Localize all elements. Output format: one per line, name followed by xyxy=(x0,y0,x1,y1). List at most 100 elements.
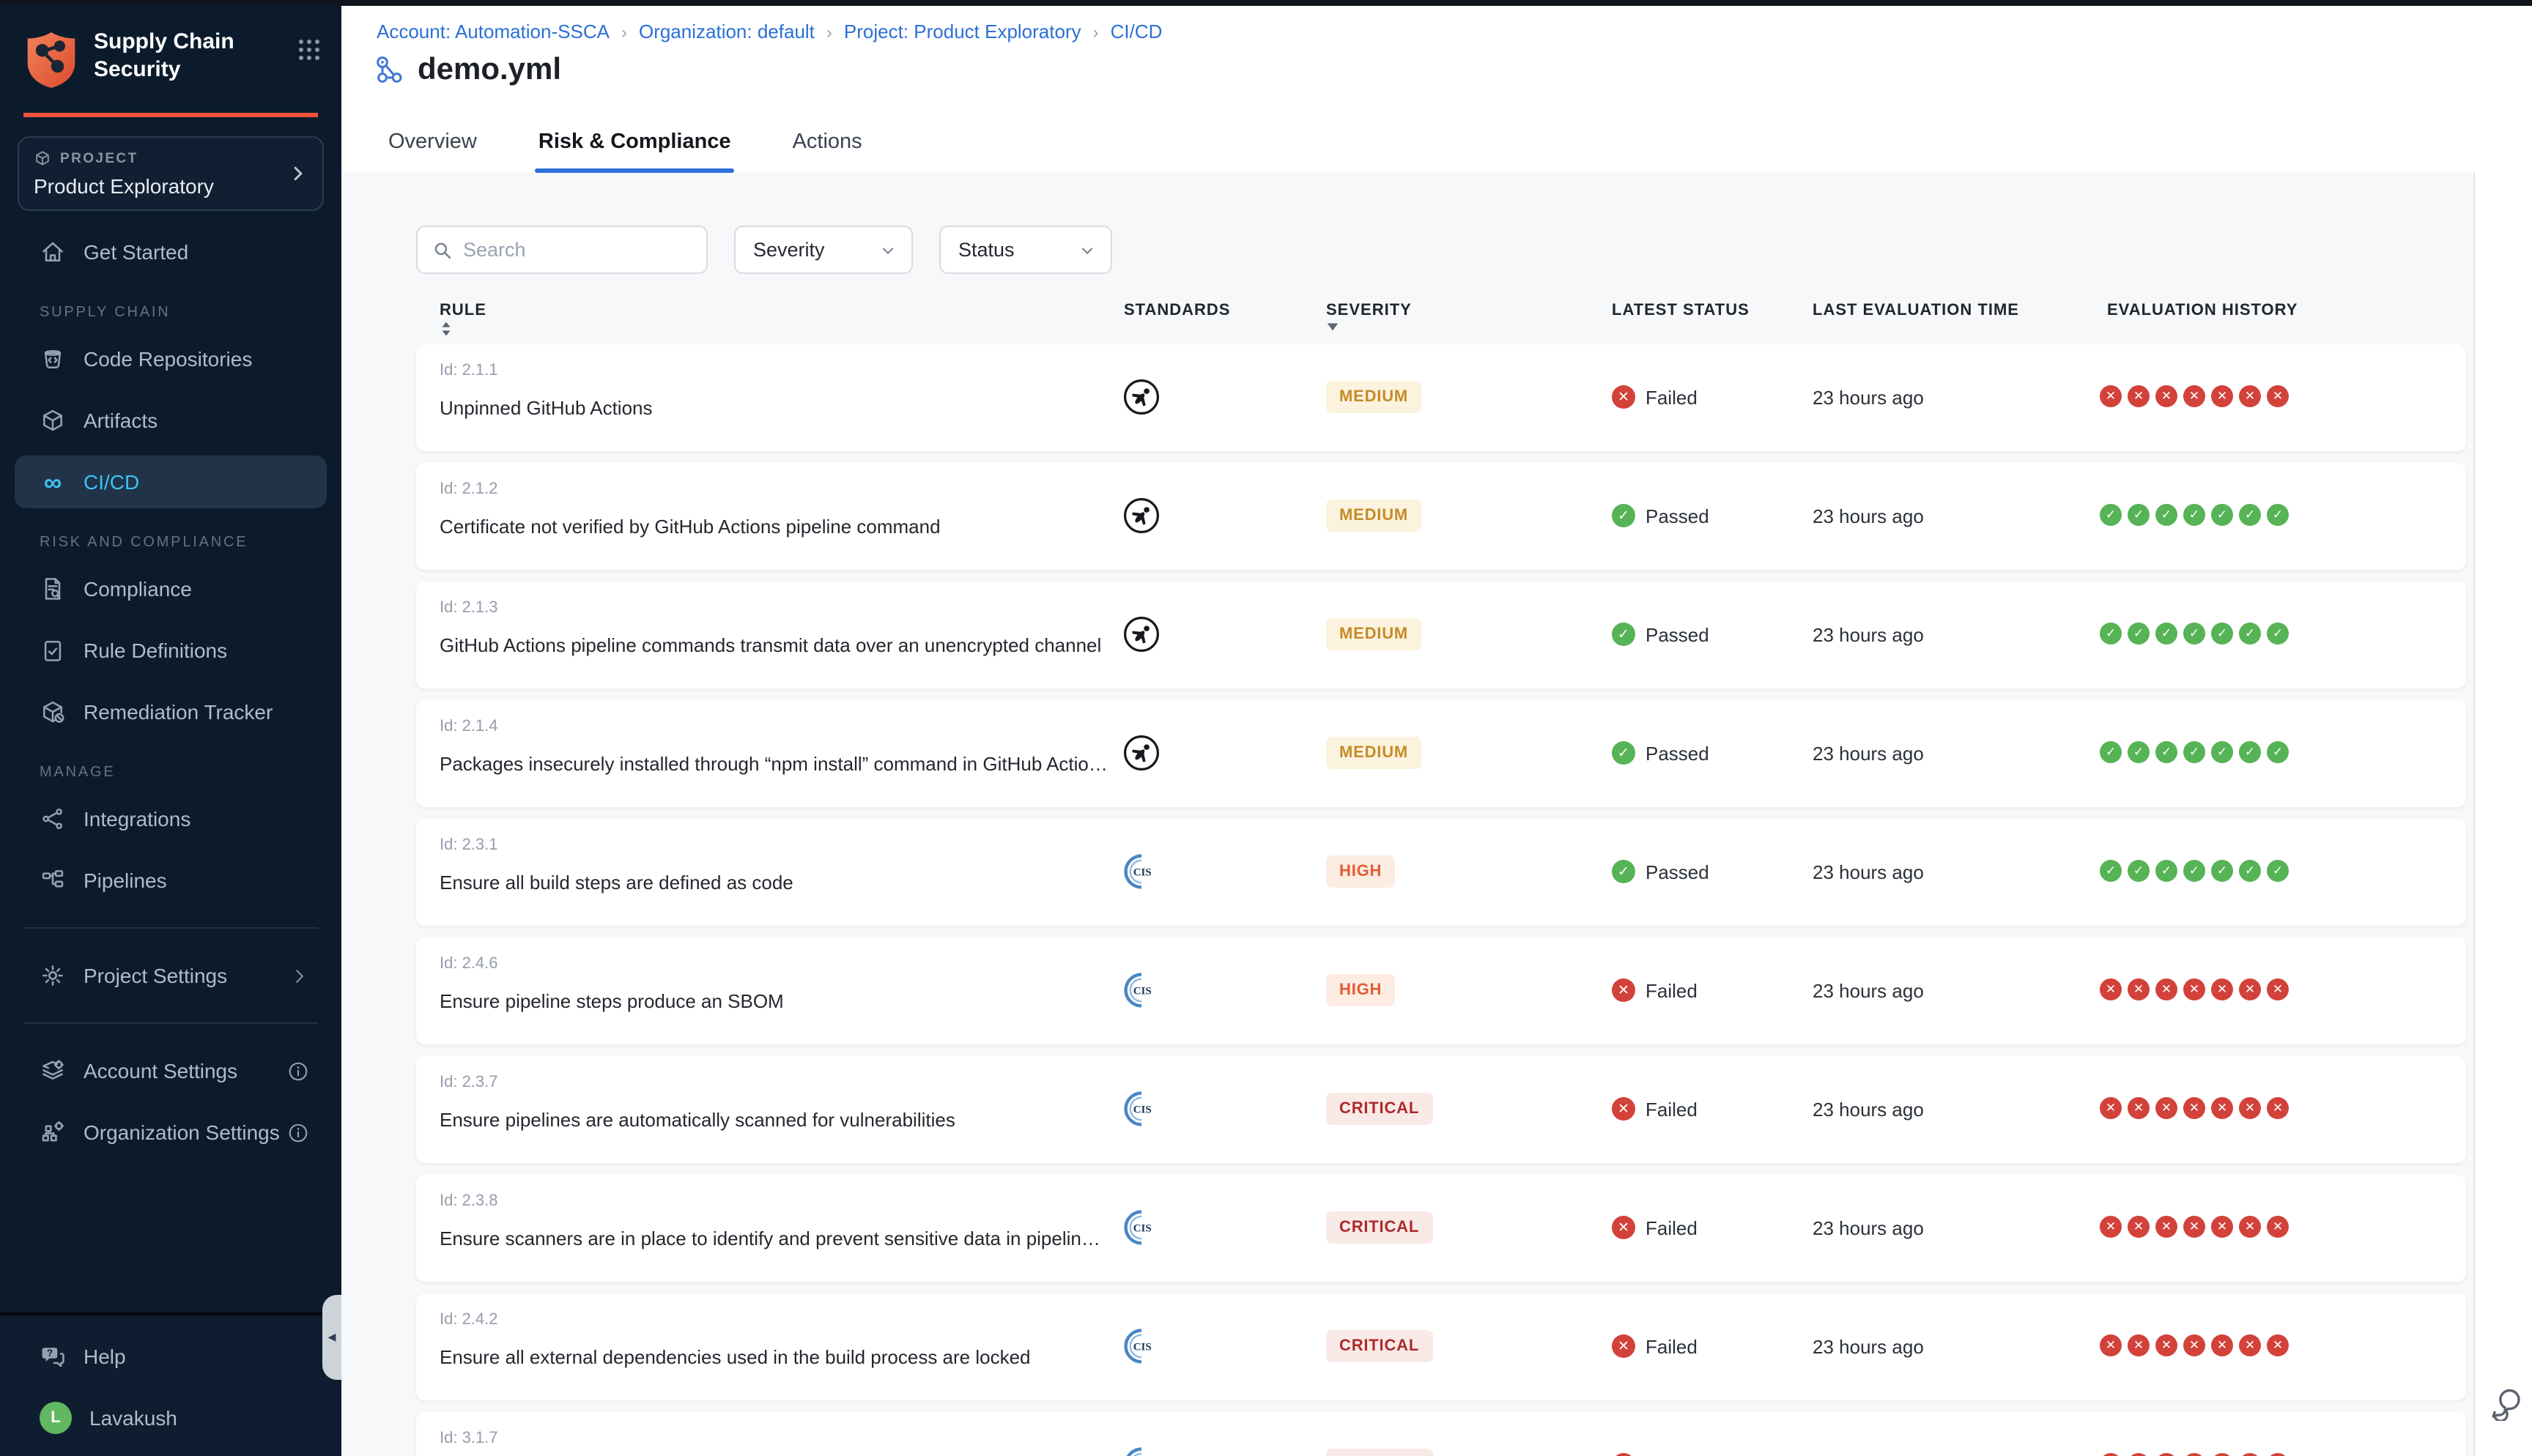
sidebar-item-organization-settings[interactable]: Organization Settings xyxy=(0,1106,341,1159)
chat-launcher-button[interactable] xyxy=(2488,1386,2523,1421)
search-box xyxy=(416,226,708,274)
sidebar-collapse-handle[interactable]: ◀ xyxy=(322,1295,341,1380)
history-pass-icon: ✓ xyxy=(2128,623,2150,645)
owasp-standard-icon xyxy=(1122,497,1160,535)
history-fail-icon: ✕ xyxy=(2267,1453,2289,1456)
breadcrumb-account-link[interactable]: Account: Automation-SSCA xyxy=(377,21,610,42)
sidebar-item-label: Help xyxy=(84,1345,126,1368)
code-repositories-icon xyxy=(40,346,66,372)
history-fail-icon: ✕ xyxy=(2267,1097,2289,1119)
history-pass-icon: ✓ xyxy=(2155,860,2177,882)
info-icon[interactable] xyxy=(287,1060,309,1082)
right-rail xyxy=(2473,173,2532,1456)
divider xyxy=(23,927,318,929)
status-fail-icon: ✕ xyxy=(1612,1216,1635,1239)
sidebar-item-remediation-tracker[interactable]: Remediation Tracker xyxy=(0,686,341,738)
history-fail-icon: ✕ xyxy=(2155,1216,2177,1238)
cis-standard-icon: CIS xyxy=(1122,1327,1160,1365)
latest-status: ✕ Failed xyxy=(1612,1216,1698,1239)
info-icon[interactable] xyxy=(287,1121,309,1143)
sidebar-item-project-settings[interactable]: Project Settings xyxy=(0,949,341,1002)
severity-badge: CRITICAL xyxy=(1326,1093,1432,1125)
history-fail-icon: ✕ xyxy=(2267,978,2289,1000)
column-header-rule[interactable]: RULE xyxy=(440,302,491,337)
severity-badge: MEDIUM xyxy=(1326,737,1421,769)
cis-standard-icon: CIS xyxy=(1122,971,1160,1009)
history-pass-icon: ✓ xyxy=(2239,741,2261,763)
history-fail-icon: ✕ xyxy=(2211,385,2233,407)
rule-name: GitHub Actions pipeline commands transmi… xyxy=(440,634,1101,656)
help-chat-icon: ? xyxy=(40,1343,66,1370)
table-row[interactable]: Id: 2.4.6 Ensure pipeline steps produce … xyxy=(416,937,2466,1044)
table-row[interactable]: Id: 2.1.4 Packages insecurely installed … xyxy=(416,700,2466,807)
tab-risk-and-compliance[interactable]: Risk & Compliance xyxy=(536,130,734,173)
sidebar-item-label: Rule Definitions xyxy=(84,639,227,662)
chevron-right-icon xyxy=(290,966,309,985)
chevron-down-icon xyxy=(1078,241,1096,259)
history-fail-icon: ✕ xyxy=(2239,1097,2261,1119)
sidebar-item-artifacts[interactable]: Artifacts xyxy=(0,394,341,447)
status-pass-icon: ✓ xyxy=(1612,741,1635,765)
project-selector[interactable]: PROJECT Product Exploratory xyxy=(18,136,324,211)
history-fail-icon: ✕ xyxy=(2239,385,2261,407)
breadcrumb-cicd-link[interactable]: CI/CD xyxy=(1111,21,1163,42)
history-pass-icon: ✓ xyxy=(2155,623,2177,645)
sidebar-item-help[interactable]: ? Help xyxy=(0,1330,341,1383)
severity-filter-select[interactable]: Severity xyxy=(734,226,913,274)
breadcrumb-project-link[interactable]: Project: Product Exploratory xyxy=(844,21,1081,42)
history-pass-icon: ✓ xyxy=(2128,741,2150,763)
table-row[interactable]: Id: 2.1.1 Unpinned GitHub Actions MEDIUM… xyxy=(416,344,2466,451)
sidebar-item-pipelines[interactable]: Pipelines xyxy=(0,854,341,907)
history-pass-icon: ✓ xyxy=(2100,860,2122,882)
sidebar-item-compliance[interactable]: Compliance xyxy=(0,562,341,615)
rules-table: Id: 2.1.1 Unpinned GitHub Actions MEDIUM… xyxy=(416,344,2466,1456)
status-label: Passed xyxy=(1646,505,1709,527)
history-fail-icon: ✕ xyxy=(2183,978,2205,1000)
history-pass-icon: ✓ xyxy=(2267,623,2289,645)
table-row[interactable]: Id: 2.3.7 Ensure pipelines are automatic… xyxy=(416,1056,2466,1163)
history-fail-icon: ✕ xyxy=(2128,385,2150,407)
page-header: Account: Automation-SSCA › Organization:… xyxy=(341,6,2532,173)
status-pass-icon: ✓ xyxy=(1612,623,1635,646)
sidebar-section-header: SUPPLY CHAIN xyxy=(0,305,341,321)
search-input[interactable] xyxy=(463,239,683,261)
rule-id: Id: 2.1.4 xyxy=(440,718,498,735)
sort-desc-icon xyxy=(1326,321,1416,333)
table-row[interactable]: Id: 2.3.1 Ensure all build steps are def… xyxy=(416,819,2466,926)
history-pass-icon: ✓ xyxy=(2267,504,2289,526)
integrations-icon xyxy=(40,806,66,832)
sidebar-item-ci-cd[interactable]: ∞ CI/CD xyxy=(15,456,327,508)
column-header-severity[interactable]: SEVERITY xyxy=(1326,302,1416,333)
sidebar-item-integrations[interactable]: Integrations xyxy=(0,792,341,845)
latest-status: ✕ Failed xyxy=(1612,1334,1698,1358)
history-fail-icon: ✕ xyxy=(2128,1334,2150,1356)
sidebar-item-label: Pipelines xyxy=(84,869,167,892)
remediation-tracker-icon xyxy=(40,699,66,725)
table-row[interactable]: Id: 2.1.3 GitHub Actions pipeline comman… xyxy=(416,582,2466,688)
breadcrumb-organization-link[interactable]: Organization: default xyxy=(639,21,815,42)
user-menu[interactable]: L Lavakush xyxy=(0,1392,341,1444)
tab-actions[interactable]: Actions xyxy=(790,130,865,173)
table-row[interactable]: Id: 2.4.2 Ensure all external dependenci… xyxy=(416,1293,2466,1400)
sidebar-item-account-settings[interactable]: Account Settings xyxy=(0,1044,341,1097)
sidebar-item-code-repositories[interactable]: Code Repositories xyxy=(0,333,341,385)
history-fail-icon: ✕ xyxy=(2100,1097,2122,1119)
latest-status: ✓ Passed xyxy=(1612,860,1709,883)
history-fail-icon: ✕ xyxy=(2239,1334,2261,1356)
history-pass-icon: ✓ xyxy=(2100,623,2122,645)
table-row[interactable]: Id: 2.1.2 Certificate not verified by Gi… xyxy=(416,463,2466,570)
sidebar-item-get-started[interactable]: Get Started xyxy=(0,226,341,278)
last-evaluation-time: 23 hours ago xyxy=(1813,387,1924,409)
rule-name: Ensure scanners are in place to identify… xyxy=(440,1227,1108,1249)
tab-overview[interactable]: Overview xyxy=(385,130,480,173)
status-filter-select[interactable]: Status xyxy=(939,226,1112,274)
sidebar-item-rule-definitions[interactable]: Rule Definitions xyxy=(0,624,341,677)
table-row[interactable]: Id: 3.1.7 CIS CRITICAL ✕ Failed 23 hours… xyxy=(416,1412,2466,1456)
history-fail-icon: ✕ xyxy=(2183,1334,2205,1356)
rule-name: Packages insecurely installed through “n… xyxy=(440,753,1108,775)
module-grid-icon[interactable] xyxy=(297,38,321,62)
evaluation-history: ✕✕✕✕✕✕✕ xyxy=(2100,1453,2289,1456)
history-fail-icon: ✕ xyxy=(2155,385,2177,407)
table-row[interactable]: Id: 2.3.8 Ensure scanners are in place t… xyxy=(416,1175,2466,1282)
rule-id: Id: 2.3.8 xyxy=(440,1192,498,1210)
